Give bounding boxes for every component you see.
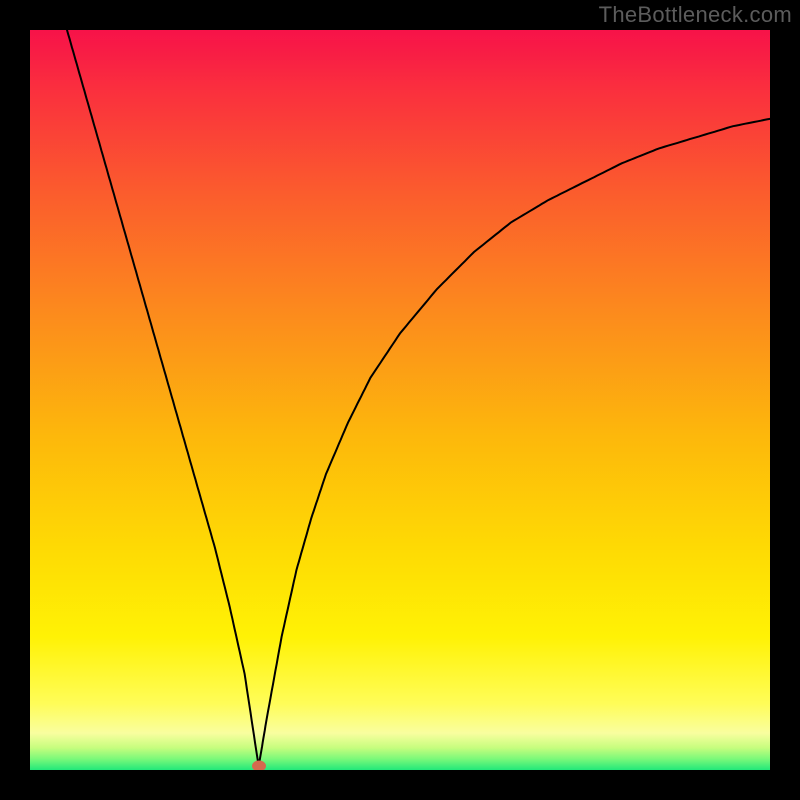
- plot-area: [30, 30, 770, 770]
- watermark-text: TheBottleneck.com: [599, 2, 792, 28]
- bottleneck-curve: [30, 30, 770, 770]
- minimum-point-marker: [252, 761, 266, 770]
- chart-frame: TheBottleneck.com: [0, 0, 800, 800]
